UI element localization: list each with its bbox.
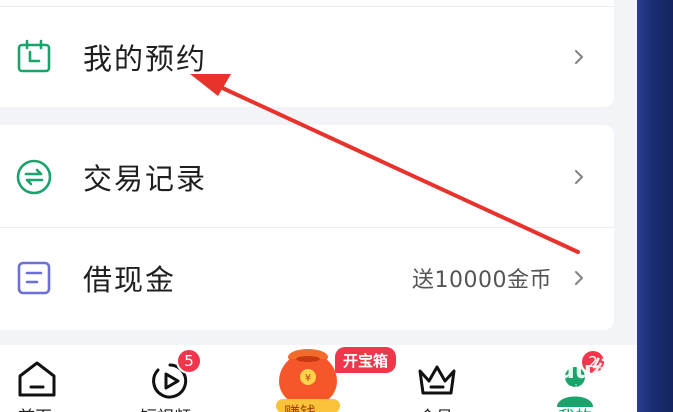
baidu-watermark: Baidu经验 jingyan.baidu.com (515, 350, 635, 412)
watermark-logo-text: Baidu经验 (515, 356, 616, 412)
phone-screen: 我的预约 交易记录 借现金 送10000金币 5 ¥ 开宝箱 2 Baidu经验… (0, 0, 637, 412)
watermark-url: jingyan.baidu.com (517, 382, 619, 395)
background-edge (637, 0, 673, 412)
